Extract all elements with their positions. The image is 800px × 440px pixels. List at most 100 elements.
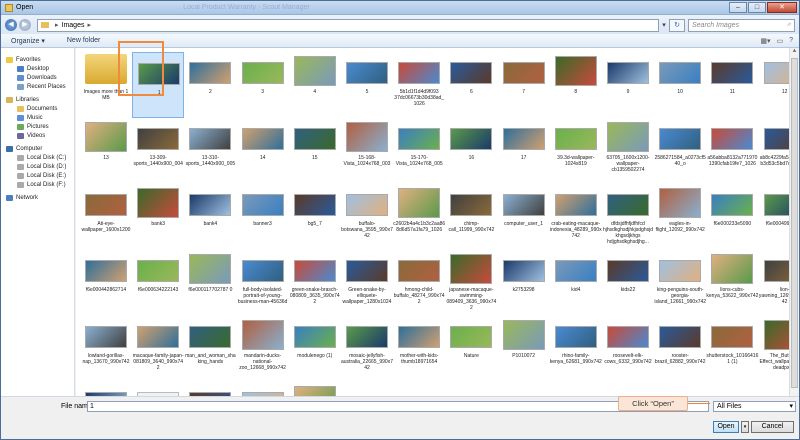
file-item[interactable]: mother-with-kids-thumb18971654 bbox=[393, 316, 445, 382]
sidebar-favorites[interactable]: Favorites bbox=[1, 55, 74, 64]
file-item[interactable]: 9 bbox=[602, 52, 654, 118]
file-item[interactable]: whale-shark-australia_47918_990x742 bbox=[237, 382, 289, 396]
file-item[interactable]: wild-dog-botswana_6340_990x742 bbox=[289, 382, 341, 396]
file-item[interactable]: f6e000442862714 bbox=[80, 250, 132, 316]
file-item[interactable]: modulenego (1) bbox=[289, 316, 341, 382]
file-item[interactable]: kid4 bbox=[550, 250, 602, 316]
file-item[interactable]: 16 bbox=[445, 118, 497, 184]
file-item[interactable]: eagles-in-flight_12092_990x742 bbox=[654, 184, 706, 250]
file-item[interactable]: f6e000233e5090 bbox=[706, 184, 758, 250]
file-item[interactable]: full-body-isolated-portrait-of-young-bus… bbox=[237, 250, 289, 316]
file-item[interactable]: 10 bbox=[654, 52, 706, 118]
sidebar-item-music[interactable]: Music bbox=[1, 113, 74, 122]
file-item[interactable]: mosaic-jellyfish-australia_22665_990x742 bbox=[341, 316, 393, 382]
scroll-up-icon[interactable]: ▲ bbox=[790, 48, 799, 58]
file-item[interactable]: Green-snake-by-elliquete-wallpaper_1280x… bbox=[341, 250, 393, 316]
file-item[interactable]: buffalo-botswana_3595_990x742 bbox=[341, 184, 393, 250]
file-item[interactable]: 13-310-sports_1440x900_005 bbox=[184, 118, 236, 184]
file-item[interactable]: Nature bbox=[445, 316, 497, 382]
file-item[interactable]: 8 bbox=[550, 52, 602, 118]
sidebar-item-recent-places[interactable]: Recent Places bbox=[1, 82, 74, 91]
breadcrumb-images[interactable]: Images bbox=[62, 22, 85, 29]
address-field[interactable]: ▸ Images ▸ bbox=[37, 18, 659, 32]
file-item[interactable]: rooster-brazil_62882_990x742 bbox=[654, 316, 706, 382]
file-item[interactable]: f6e000634222143 bbox=[132, 250, 184, 316]
file-item[interactable]: 13 bbox=[80, 118, 132, 184]
file-item[interactable]: 14 bbox=[237, 118, 289, 184]
file-item[interactable]: 5 bbox=[341, 52, 393, 118]
file-item[interactable]: bank4 bbox=[184, 184, 236, 250]
file-item[interactable]: dfdsjdfhfjdfhfcd hjhsdkghsdjhkjsdghsjdkh… bbox=[602, 184, 654, 250]
file-item[interactable]: hmong-child-buffalo_48274_990x742 bbox=[393, 250, 445, 316]
file-item[interactable]: Thumbs bbox=[132, 382, 184, 396]
file-item[interactable]: macaque-family-japan-081809_3640_990x742 bbox=[132, 316, 184, 382]
file-item[interactable]: mandarin-ducks-national-zoo_12668_990x74… bbox=[237, 316, 289, 382]
minimize-button[interactable]: – bbox=[729, 2, 747, 13]
sidebar-item-downloads[interactable]: Downloads bbox=[1, 73, 74, 82]
sidebar-item-disk-e[interactable]: Local Disk (E:) bbox=[1, 171, 74, 180]
file-item[interactable]: japanese-macaque-swimming-089409_3636_99… bbox=[445, 250, 497, 316]
file-item[interactable]: 2586271584_a0273cf540_o bbox=[654, 118, 706, 184]
organize-button[interactable]: Organize ▾ bbox=[11, 37, 45, 45]
file-item[interactable]: P1010072 bbox=[498, 316, 550, 382]
view-options-icon[interactable]: ▦▾ bbox=[760, 37, 770, 45]
file-item[interactable]: rhino-family-kenya_62681_990x742 bbox=[550, 316, 602, 382]
file-item[interactable]: green-snake-brasch-080809_3635_990x742 bbox=[289, 250, 341, 316]
file-item[interactable]: 6 bbox=[445, 52, 497, 118]
file-item[interactable]: 15 bbox=[289, 118, 341, 184]
open-button[interactable]: Open bbox=[713, 421, 739, 433]
sidebar-item-documents[interactable]: Documents bbox=[1, 104, 74, 113]
file-item[interactable]: 7 bbox=[498, 52, 550, 118]
file-item[interactable]: a56abba8132a7719701390cfab19fe7_1026 bbox=[706, 118, 758, 184]
sidebar-item-desktop[interactable]: Desktop bbox=[1, 64, 74, 73]
sidebar-item-pictures[interactable]: Pictures bbox=[1, 122, 74, 131]
back-button[interactable]: ◀ bbox=[5, 19, 17, 31]
maximize-button[interactable]: □ bbox=[748, 2, 766, 13]
file-item[interactable]: k2753298 bbox=[498, 250, 550, 316]
file-item[interactable]: 15-168-Vista_1024x768_003 bbox=[341, 118, 393, 184]
file-item[interactable]: lowland-gorillas-nap_13670_990x742 bbox=[80, 316, 132, 382]
file-type-select[interactable]: All Files ▾ bbox=[713, 401, 796, 412]
file-item[interactable]: 11 bbox=[706, 52, 758, 118]
forward-button[interactable]: ▶ bbox=[19, 19, 31, 31]
sidebar-libraries[interactable]: Libraries bbox=[1, 95, 74, 104]
sidebar-computer[interactable]: Computer bbox=[1, 144, 74, 153]
open-dropdown-button[interactable]: ▾ bbox=[741, 421, 749, 433]
file-item[interactable]: banner3 bbox=[237, 184, 289, 250]
preview-pane-icon[interactable]: ▭ bbox=[776, 37, 783, 45]
file-item[interactable]: three-kids-clowning-at-home-thumb2263525 bbox=[80, 382, 132, 396]
scrollbar-thumb[interactable] bbox=[791, 58, 798, 388]
refresh-icon[interactable]: ↻ bbox=[669, 18, 685, 32]
new-folder-button[interactable]: New folder bbox=[67, 37, 100, 44]
sidebar-item-disk-f[interactable]: Local Disk (F:) bbox=[1, 180, 74, 189]
file-item[interactable]: bg5_7 bbox=[289, 184, 341, 250]
file-item[interactable]: 13-309-sports_1440x900_004 bbox=[132, 118, 184, 184]
search-input[interactable]: Search Images ⌕ bbox=[688, 18, 795, 32]
sidebar-network[interactable]: Network bbox=[1, 193, 74, 202]
file-item[interactable]: crab-eating-macaque-indonesia_48289_990x… bbox=[550, 184, 602, 250]
file-item[interactable]: 4 bbox=[289, 52, 341, 118]
file-item[interactable]: man_and_woman_shaking_hands bbox=[184, 316, 236, 382]
file-item[interactable]: 5b1d1f1d4d9f093 37dc06673b30d38ad_1026 bbox=[393, 52, 445, 118]
sidebar-item-disk-c[interactable]: Local Disk (C:) bbox=[1, 153, 74, 162]
file-item[interactable]: Ati-eye-wallpaper_1600x1200 bbox=[80, 184, 132, 250]
file-name-input[interactable]: 1 bbox=[87, 401, 709, 412]
file-item[interactable]: kids22 bbox=[602, 250, 654, 316]
file-item[interactable]: computer_user_1 bbox=[498, 184, 550, 250]
file-item[interactable]: bank3 bbox=[132, 184, 184, 250]
file-item[interactable]: 15-170-Vista_1024x768_005 bbox=[393, 118, 445, 184]
file-item[interactable]: roosevelt-elk-cows_6332_990x742 bbox=[602, 316, 654, 382]
file-item[interactable]: 2 bbox=[184, 52, 236, 118]
file-item[interactable]: king-penguins-south-georgia-island_12661… bbox=[654, 250, 706, 316]
file-item[interactable]: 3 bbox=[237, 52, 289, 118]
file-item[interactable]: c2602b4a4c1b3c2aa868d6d57a1fa79_1026 bbox=[393, 184, 445, 250]
cancel-button[interactable]: Cancel bbox=[751, 421, 794, 433]
close-button[interactable]: ✕ bbox=[767, 2, 797, 13]
address-dropdown[interactable]: ▾ bbox=[659, 21, 669, 29]
file-item[interactable]: shutterstock_101664161 (1) bbox=[706, 316, 758, 382]
sidebar-item-videos[interactable]: Videos bbox=[1, 131, 74, 140]
file-item[interactable]: 39.3d-wallpaper-1024x819 bbox=[550, 118, 602, 184]
file-item[interactable]: 63705_1600x1200-wallpaper-cb1359502274 bbox=[602, 118, 654, 184]
help-icon[interactable]: ? bbox=[789, 37, 793, 45]
file-item[interactable]: 17 bbox=[498, 118, 550, 184]
